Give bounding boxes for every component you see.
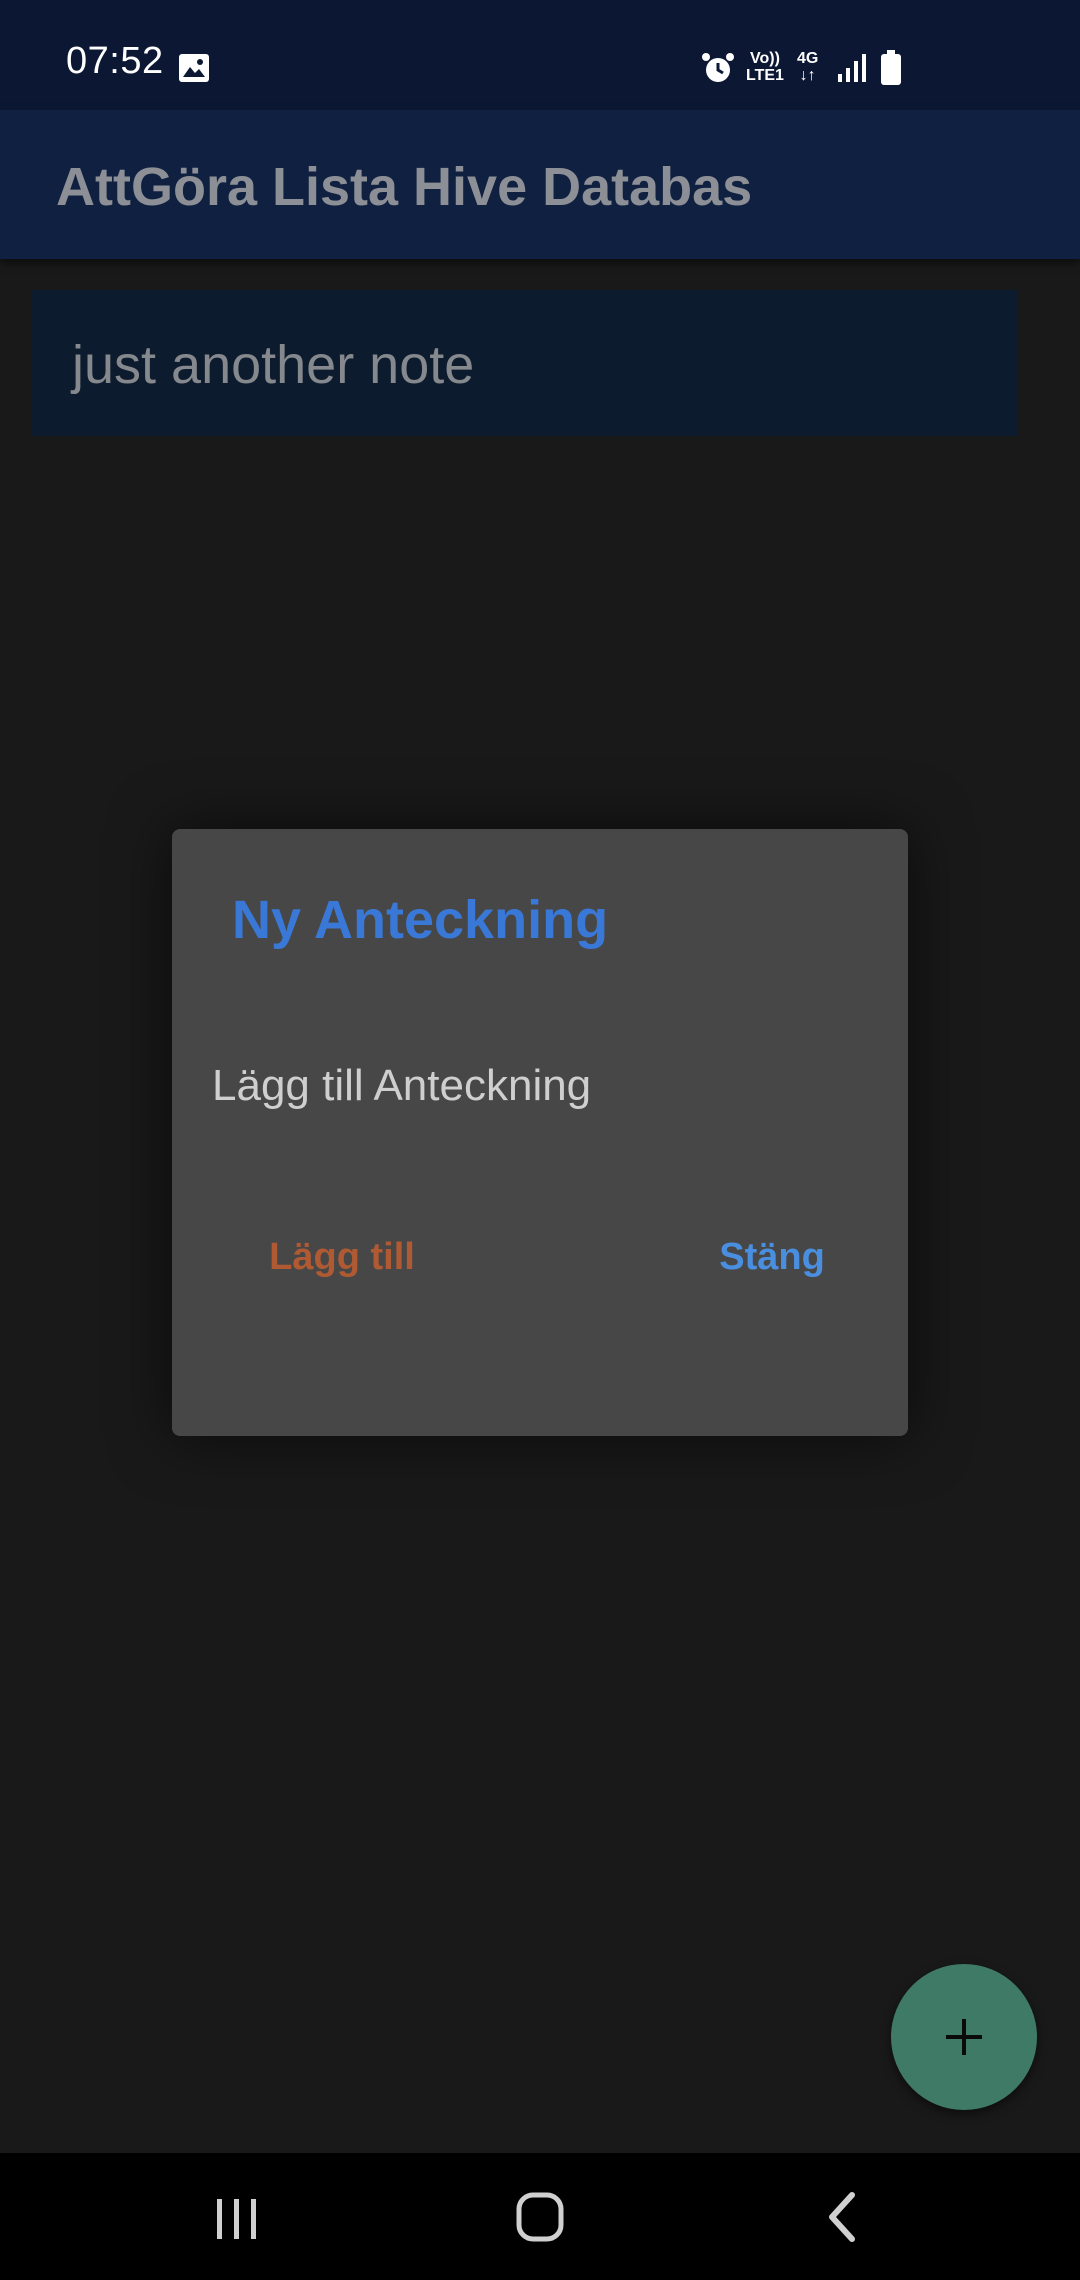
4g-icon: 4G ↓↑: [797, 50, 819, 84]
add-button[interactable]: Lägg till: [242, 1217, 442, 1297]
navigation-bar: [0, 2153, 1080, 2280]
battery-icon: [881, 50, 901, 85]
list-item[interactable]: just another note: [32, 290, 1018, 436]
volte-icon: Vo)) LTE1: [746, 50, 784, 84]
signal-icon: [838, 54, 866, 82]
recents-icon[interactable]: [186, 2181, 286, 2253]
add-note-fab[interactable]: [891, 1964, 1037, 2110]
close-button[interactable]: Stäng: [672, 1217, 872, 1297]
note-text: just another note: [72, 335, 475, 395]
dialog-content: Lägg till Anteckning: [212, 1061, 592, 1110]
page-title: AttGöra Lista Hive Databas: [56, 157, 753, 217]
status-time: 07:52: [66, 40, 164, 82]
app-bar: AttGöra Lista Hive Databas: [0, 110, 1080, 259]
alarm-icon: [702, 53, 734, 82]
home-icon[interactable]: [490, 2181, 590, 2253]
dialog-title: Ny Anteckning: [232, 890, 609, 950]
back-icon[interactable]: [792, 2181, 892, 2253]
gallery-icon: [179, 54, 209, 82]
plus-icon: [946, 2019, 982, 2055]
new-note-dialog: Ny Anteckning Lägg till Anteckning Lägg …: [172, 829, 908, 1436]
status-bar: 07:52 Vo)) LTE1 4G ↓↑: [0, 0, 1080, 110]
